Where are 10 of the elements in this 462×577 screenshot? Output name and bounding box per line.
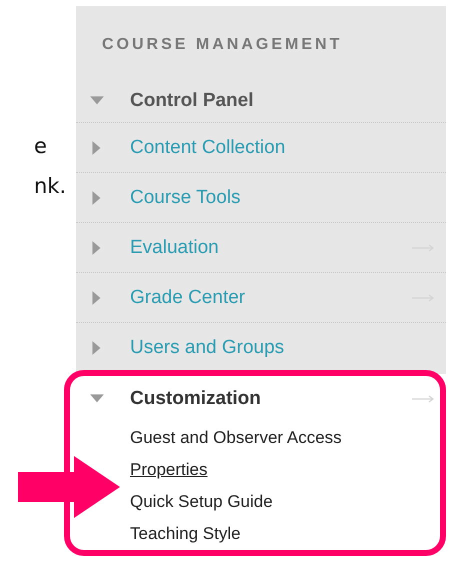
submenu-link[interactable]: Properties (130, 460, 208, 480)
text-fragment: nk. (34, 173, 68, 200)
menu-heading[interactable]: Control Panel (130, 90, 254, 112)
submenu-link[interactable]: Quick Setup Guide (130, 492, 273, 512)
arrow-icon[interactable] (412, 394, 436, 404)
menu-heading[interactable]: Customization (130, 388, 412, 410)
panel-title: COURSE MANAGEMENT (101, 36, 344, 54)
submenu-link[interactable]: Guest and Observer Access (130, 428, 342, 448)
submenu-link[interactable]: Teaching Style (130, 524, 241, 544)
text-fragment: e (34, 133, 48, 160)
